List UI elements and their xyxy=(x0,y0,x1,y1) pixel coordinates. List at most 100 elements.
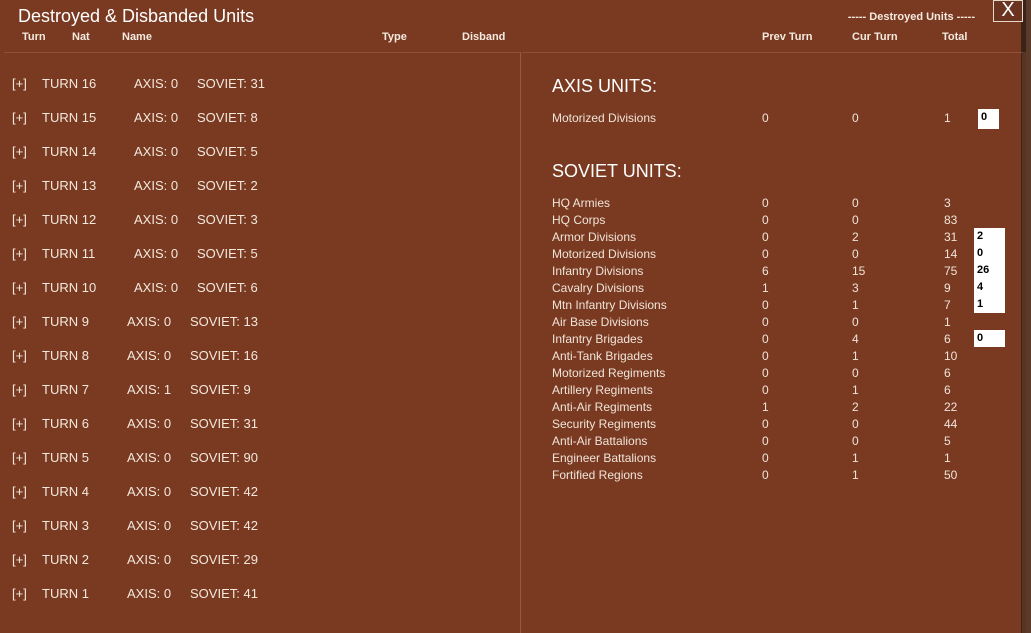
unit-row: Mtn Infantry Divisions 0 1 7 xyxy=(552,298,972,314)
unit-row: HQ Armies 0 0 3 xyxy=(552,196,972,212)
scrollbar-track[interactable] xyxy=(1022,52,1026,633)
unit-row: Fortified Regions 0 1 50 xyxy=(552,468,972,484)
disband-count-field[interactable]: 1 xyxy=(974,296,1005,313)
unit-name: Fortified Regions xyxy=(552,468,643,482)
turn-row[interactable]: [+] TURN 4 AXIS: 0 SOVIET: 42 xyxy=(12,484,412,502)
cur-turn-value: 2 xyxy=(852,230,859,244)
disband-count-field[interactable]: 0 xyxy=(974,330,1005,347)
axis-count: AXIS: 1 xyxy=(127,382,172,397)
turn-label: TURN 6 xyxy=(42,416,89,431)
expand-toggle[interactable]: [+] xyxy=(12,518,27,533)
unit-row: Anti-Tank Brigades 0 1 10 xyxy=(552,349,972,365)
expand-toggle[interactable]: [+] xyxy=(12,144,27,159)
expand-toggle[interactable]: [+] xyxy=(12,280,27,295)
destroyed-units-window: Destroyed & Disbanded Units ----- Destro… xyxy=(0,0,1026,633)
turn-row[interactable]: [+] TURN 2 AXIS: 0 SOVIET: 29 xyxy=(12,552,412,570)
disband-count-field[interactable]: 2 xyxy=(974,228,1005,245)
unit-name: Engineer Battalions xyxy=(552,451,657,465)
disband-count-field[interactable]: 26 xyxy=(974,262,1005,279)
expand-toggle[interactable]: [+] xyxy=(12,416,27,431)
turn-row[interactable]: [+] TURN 7 AXIS: 1 SOVIET: 9 xyxy=(12,382,412,400)
total-value: 5 xyxy=(944,434,951,448)
prev-turn-value: 6 xyxy=(762,264,769,278)
unit-row: Anti-Air Regiments 1 2 22 xyxy=(552,400,972,416)
expand-toggle[interactable]: [+] xyxy=(12,314,27,329)
turn-row[interactable]: [+] TURN 15 AXIS: 0 SOVIET: 8 xyxy=(12,110,412,128)
expand-toggle[interactable]: [+] xyxy=(12,484,27,499)
unit-row: Security Regiments 0 0 44 xyxy=(552,417,972,433)
cur-turn-value: 0 xyxy=(852,247,859,261)
cur-turn-value: 0 xyxy=(852,111,859,125)
turn-row[interactable]: [+] TURN 3 AXIS: 0 SOVIET: 42 xyxy=(12,518,412,536)
turn-label: TURN 11 xyxy=(42,246,96,261)
soviet-count: SOVIET: 29 xyxy=(190,552,258,567)
prev-turn-value: 0 xyxy=(762,196,769,210)
turn-row[interactable]: [+] TURN 8 AXIS: 0 SOVIET: 16 xyxy=(12,348,412,366)
axis-count: AXIS: 0 xyxy=(134,110,179,125)
col-header-turn: Turn xyxy=(22,31,46,43)
cur-turn-value: 2 xyxy=(852,400,859,414)
prev-turn-value: 0 xyxy=(762,366,769,380)
expand-toggle[interactable]: [+] xyxy=(12,212,27,227)
turn-row[interactable]: [+] TURN 16 AXIS: 0 SOVIET: 31 xyxy=(12,76,412,94)
prev-turn-value: 0 xyxy=(762,417,769,431)
cur-turn-value: 0 xyxy=(852,315,859,329)
total-value: 6 xyxy=(944,366,951,380)
turn-row[interactable]: [+] TURN 9 AXIS: 0 SOVIET: 13 xyxy=(12,314,412,332)
expand-toggle[interactable]: [+] xyxy=(12,348,27,363)
disband-count-field[interactable]: 4 xyxy=(974,279,1005,296)
soviet-count: SOVIET: 5 xyxy=(197,144,258,159)
expand-toggle[interactable]: [+] xyxy=(12,552,27,567)
soviet-count: SOVIET: 31 xyxy=(197,76,265,91)
total-value: 1 xyxy=(944,451,951,465)
turn-row[interactable]: [+] TURN 11 AXIS: 0 SOVIET: 5 xyxy=(12,246,412,264)
unit-name: Security Regiments xyxy=(552,417,657,431)
turn-label: TURN 16 xyxy=(42,76,97,91)
turn-row[interactable]: [+] TURN 13 AXIS: 0 SOVIET: 2 xyxy=(12,178,412,196)
expand-toggle[interactable]: [+] xyxy=(12,178,27,193)
axis-count: AXIS: 0 xyxy=(127,552,172,567)
unit-row: Air Base Divisions 0 0 1 xyxy=(552,315,972,331)
soviet-count: SOVIET: 42 xyxy=(190,484,258,499)
axis-count: AXIS: 0 xyxy=(127,586,172,601)
prev-turn-value: 0 xyxy=(762,468,769,482)
expand-toggle[interactable]: [+] xyxy=(12,76,27,91)
prev-turn-value: 0 xyxy=(762,298,769,312)
unit-row: Engineer Battalions 0 1 1 xyxy=(552,451,972,467)
prev-turn-value: 0 xyxy=(762,383,769,397)
expand-toggle[interactable]: [+] xyxy=(12,450,27,465)
soviet-count: SOVIET: 6 xyxy=(197,280,258,295)
turn-row[interactable]: [+] TURN 12 AXIS: 0 SOVIET: 3 xyxy=(12,212,412,230)
total-value: 9 xyxy=(944,281,951,295)
turn-row[interactable]: [+] TURN 14 AXIS: 0 SOVIET: 5 xyxy=(12,144,412,162)
cur-turn-value: 0 xyxy=(852,434,859,448)
prev-turn-value: 0 xyxy=(762,247,769,261)
expand-toggle[interactable]: [+] xyxy=(12,110,27,125)
expand-toggle[interactable]: [+] xyxy=(12,382,27,397)
unit-row: Motorized Regiments 0 0 6 xyxy=(552,366,972,382)
unit-name: HQ Corps xyxy=(552,213,606,227)
unit-row: Motorized Divisions 0 0 1 xyxy=(552,111,972,127)
total-value: 10 xyxy=(944,349,958,363)
prev-turn-value: 0 xyxy=(762,230,769,244)
cur-turn-value: 1 xyxy=(852,468,859,482)
close-button[interactable]: X xyxy=(993,0,1023,22)
disband-count-field[interactable]: 0 xyxy=(978,109,999,129)
section-label: ----- Destroyed Units ----- xyxy=(847,11,975,23)
unit-name: Infantry Brigades xyxy=(552,332,643,346)
unit-row: Motorized Divisions 0 0 14 xyxy=(552,247,972,263)
unit-name: Armor Divisions xyxy=(552,230,637,244)
expand-toggle[interactable]: [+] xyxy=(12,586,27,601)
prev-turn-value: 0 xyxy=(762,451,769,465)
expand-toggle[interactable]: [+] xyxy=(12,246,27,261)
cur-turn-value: 1 xyxy=(852,383,859,397)
turn-row[interactable]: [+] TURN 10 AXIS: 0 SOVIET: 6 xyxy=(12,280,412,298)
turn-row[interactable]: [+] TURN 1 AXIS: 0 SOVIET: 41 xyxy=(12,586,412,604)
turn-label: TURN 9 xyxy=(42,314,89,329)
turn-label: TURN 15 xyxy=(42,110,97,125)
disband-count-field[interactable]: 0 xyxy=(974,245,1005,262)
total-value: 75 xyxy=(944,264,958,278)
turn-row[interactable]: [+] TURN 6 AXIS: 0 SOVIET: 31 xyxy=(12,416,412,434)
turn-row[interactable]: [+] TURN 5 AXIS: 0 SOVIET: 90 xyxy=(12,450,412,468)
unit-name: Artillery Regiments xyxy=(552,383,653,397)
